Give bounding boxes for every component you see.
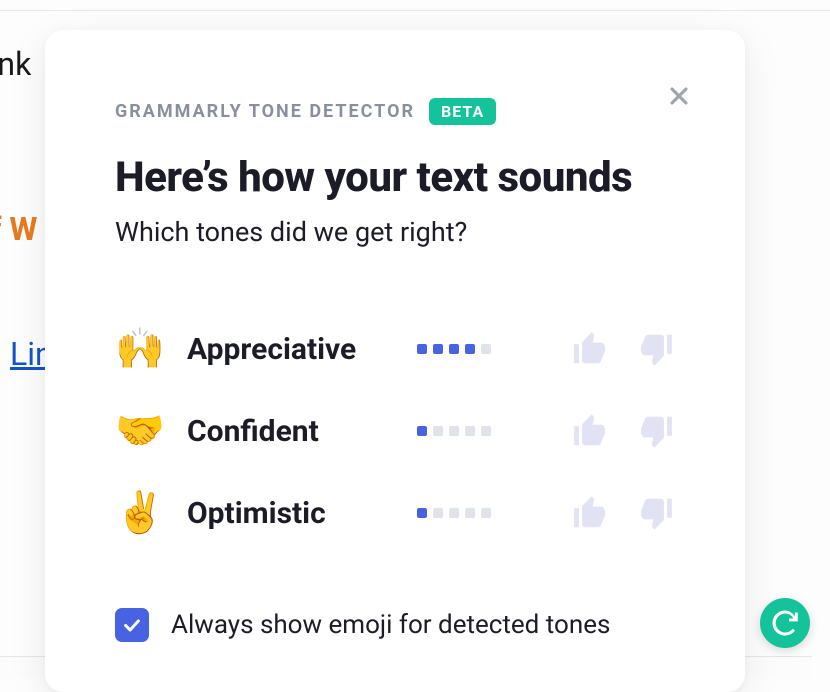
tone-detector-modal: GRAMMARLY TONE DETECTOR BETA Here’s how … xyxy=(45,30,745,692)
thumbs-down-button[interactable] xyxy=(637,330,675,368)
brand-row: GRAMMARLY TONE DETECTOR BETA xyxy=(115,98,675,125)
thumbs-up-button[interactable] xyxy=(571,412,609,450)
grammarly-icon xyxy=(770,608,800,638)
background-heading: f W xyxy=(0,210,37,248)
strength-dot xyxy=(433,344,443,354)
always-show-emoji-row: Always show emoji for detected tones xyxy=(115,608,675,642)
thumbs-up-button[interactable] xyxy=(571,330,609,368)
strength-dot xyxy=(465,426,475,436)
tone-feedback xyxy=(547,330,675,368)
divider-top xyxy=(0,10,830,11)
strength-dot xyxy=(465,344,475,354)
tone-feedback xyxy=(547,494,675,532)
modal-subhead: Which tones did we get right? xyxy=(115,216,675,248)
tone-name: Confident xyxy=(187,414,417,449)
tone-strength-meter xyxy=(417,508,547,518)
tone-row-optimistic: ✌️ Optimistic xyxy=(115,472,675,554)
tone-emoji: ✌️ xyxy=(115,493,187,533)
close-button[interactable] xyxy=(665,82,693,110)
beta-badge: BETA xyxy=(429,98,496,125)
strength-dot xyxy=(417,344,427,354)
strength-dot xyxy=(481,344,491,354)
brand-label: GRAMMARLY TONE DETECTOR xyxy=(115,101,415,122)
always-show-emoji-checkbox[interactable] xyxy=(115,608,149,642)
strength-dot xyxy=(481,508,491,518)
strength-dot xyxy=(433,426,443,436)
tone-feedback xyxy=(547,412,675,450)
close-icon xyxy=(665,82,693,110)
strength-dot xyxy=(417,508,427,518)
check-icon xyxy=(121,614,143,636)
tone-name: Appreciative xyxy=(187,332,417,367)
thumbs-down-button[interactable] xyxy=(637,494,675,532)
tone-emoji: 🙌 xyxy=(115,329,187,369)
tone-name: Optimistic xyxy=(187,496,417,531)
strength-dot xyxy=(433,508,443,518)
strength-dot xyxy=(449,508,459,518)
thumbs-down-button[interactable] xyxy=(637,412,675,450)
modal-headline: Here’s how your text sounds xyxy=(115,153,675,202)
thumbs-up-icon xyxy=(571,494,609,532)
thumbs-down-icon xyxy=(637,494,675,532)
strength-dot xyxy=(417,426,427,436)
strength-dot xyxy=(449,426,459,436)
tone-emoji: 🤝 xyxy=(115,411,187,451)
strength-dot xyxy=(449,344,459,354)
strength-dot xyxy=(481,426,491,436)
thumbs-up-icon xyxy=(571,330,609,368)
tone-row-appreciative: 🙌 Appreciative xyxy=(115,308,675,390)
always-show-emoji-label: Always show emoji for detected tones xyxy=(171,610,610,640)
grammarly-fab[interactable] xyxy=(760,598,810,648)
strength-dot xyxy=(465,508,475,518)
thumbs-up-button[interactable] xyxy=(571,494,609,532)
tone-row-confident: 🤝 Confident xyxy=(115,390,675,472)
tone-strength-meter xyxy=(417,344,547,354)
thumbs-down-icon xyxy=(637,412,675,450)
tone-strength-meter xyxy=(417,426,547,436)
background-text: ank xyxy=(0,45,31,83)
thumbs-up-icon xyxy=(571,412,609,450)
thumbs-down-icon xyxy=(637,330,675,368)
